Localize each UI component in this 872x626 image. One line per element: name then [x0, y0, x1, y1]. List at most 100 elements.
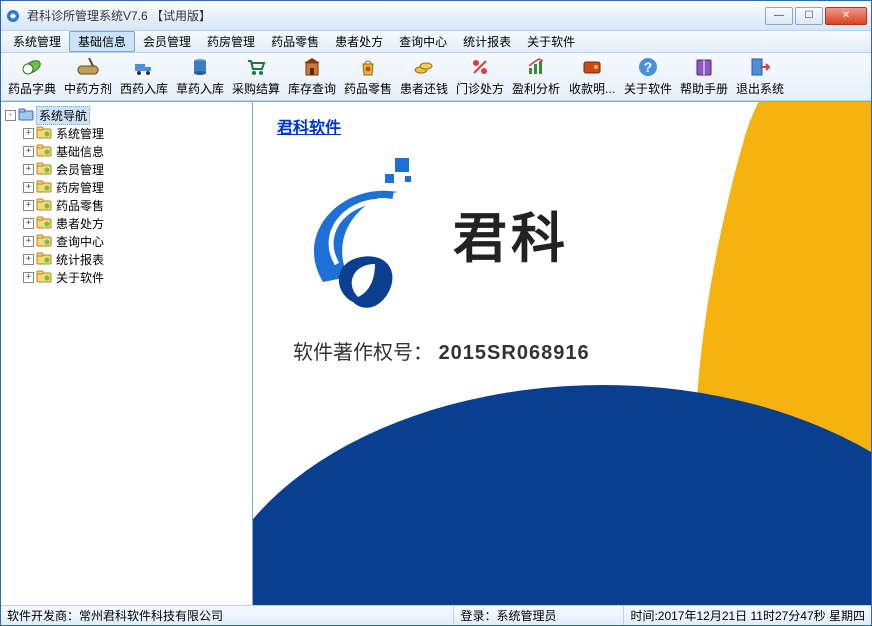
- toolbar-label: 药品字典: [8, 80, 56, 97]
- expand-icon[interactable]: +: [23, 236, 34, 247]
- percent-icon: [469, 56, 491, 78]
- toolbar-button[interactable]: 盈利分析: [509, 55, 563, 99]
- menu-item[interactable]: 会员管理: [135, 31, 199, 52]
- toolbar-label: 药品零售: [344, 80, 392, 97]
- toolbar-button[interactable]: 库存查询: [285, 55, 339, 99]
- barrel-icon: [189, 56, 211, 78]
- menu-item[interactable]: 患者处方: [327, 31, 391, 52]
- sidebar: - 系统导航 + 系统管理 + 基础信息 + 会员管理 + 药房管理 + 药品零售 + 患者处方 + 查询…: [1, 102, 253, 605]
- status-login: 登录： 系统管理员: [454, 606, 624, 625]
- truck-icon: [133, 56, 155, 78]
- login-label: 登录：: [460, 607, 496, 624]
- toolbar-button[interactable]: 草药入库: [173, 55, 227, 99]
- app-icon: [5, 8, 21, 24]
- toolbar-button[interactable]: 帮助手册: [677, 55, 731, 99]
- tree-node[interactable]: + 查询中心: [23, 232, 248, 250]
- expand-icon[interactable]: +: [23, 128, 34, 139]
- menu-item[interactable]: 基础信息: [69, 31, 135, 52]
- folder-icon: [36, 198, 52, 212]
- tree-node[interactable]: + 关于软件: [23, 268, 248, 286]
- book-icon: [693, 56, 715, 78]
- logo-block: 君科: [303, 152, 569, 315]
- tree-node[interactable]: + 统计报表: [23, 250, 248, 268]
- bag-icon: [357, 56, 379, 78]
- expand-icon[interactable]: +: [23, 164, 34, 175]
- brand-link[interactable]: 君科软件: [277, 114, 341, 138]
- tree-node-label[interactable]: 查询中心: [54, 233, 106, 250]
- expand-icon[interactable]: +: [23, 254, 34, 265]
- toolbar: 药品字典中药方剂西药入库草药入库采购结算库存查询药品零售患者还钱门诊处方盈利分析…: [1, 53, 871, 101]
- toolbar-label: 盈利分析: [512, 80, 560, 97]
- menu-item[interactable]: 药房管理: [199, 31, 263, 52]
- expand-icon[interactable]: +: [23, 218, 34, 229]
- expand-icon[interactable]: +: [23, 146, 34, 157]
- folder-icon: [36, 234, 52, 248]
- toolbar-label: 关于软件: [624, 80, 672, 97]
- tree-node-label[interactable]: 药房管理: [54, 179, 106, 196]
- tree-node[interactable]: + 基础信息: [23, 142, 248, 160]
- toolbar-button[interactable]: 药品零售: [341, 55, 395, 99]
- folder-icon: [36, 162, 52, 176]
- toolbar-button[interactable]: ? 关于软件: [621, 55, 675, 99]
- tree-node[interactable]: + 会员管理: [23, 160, 248, 178]
- tree-node-label[interactable]: 基础信息: [54, 143, 106, 160]
- status-time: 时间: 2017年12月21日 11时27分47秒 星期四: [624, 606, 871, 625]
- menu-item[interactable]: 药品零售: [263, 31, 327, 52]
- titlebar[interactable]: 君科诊所管理系统V7.6 【试用版】 — ☐ ✕: [1, 1, 871, 31]
- time-label: 时间:: [630, 607, 657, 624]
- toolbar-button[interactable]: 收款明...: [565, 55, 619, 99]
- toolbar-button[interactable]: 退出系统: [733, 55, 787, 99]
- brand-text: 君科: [453, 194, 569, 273]
- close-button[interactable]: ✕: [825, 7, 867, 25]
- statusbar: 软件开发商： 常州君科软件科技有限公司 登录： 系统管理员 时间: 2017年1…: [1, 605, 871, 625]
- tree-node-label[interactable]: 关于软件: [54, 269, 106, 286]
- toolbar-button[interactable]: 中药方剂: [61, 55, 115, 99]
- menubar: 系统管理基础信息会员管理药房管理药品零售患者处方查询中心统计报表关于软件: [1, 31, 871, 53]
- expand-icon[interactable]: +: [23, 272, 34, 283]
- app-window: 君科诊所管理系统V7.6 【试用版】 — ☐ ✕ 系统管理基础信息会员管理药房管…: [0, 0, 872, 626]
- menu-item[interactable]: 系统管理: [5, 31, 69, 52]
- tree-root-node[interactable]: - 系统导航: [5, 106, 248, 124]
- toolbar-label: 库存查询: [288, 80, 336, 97]
- collapse-icon[interactable]: -: [5, 110, 16, 121]
- mortar-icon: [77, 56, 99, 78]
- menu-item[interactable]: 查询中心: [391, 31, 455, 52]
- nav-tree: - 系统导航 + 系统管理 + 基础信息 + 会员管理 + 药房管理 + 药品零售 + 患者处方 + 查询…: [5, 106, 248, 286]
- toolbar-label: 中药方剂: [64, 80, 112, 97]
- tree-node-label[interactable]: 会员管理: [54, 161, 106, 178]
- toolbar-label: 西药入库: [120, 80, 168, 97]
- coins-icon: [413, 56, 435, 78]
- tree-root-label[interactable]: 系统导航: [36, 106, 90, 125]
- toolbar-label: 门诊处方: [456, 80, 504, 97]
- toolbar-label: 患者还钱: [400, 80, 448, 97]
- tree-node[interactable]: + 系统管理: [23, 124, 248, 142]
- building-icon: [301, 56, 323, 78]
- folder-icon: [36, 252, 52, 266]
- toolbar-button[interactable]: 西药入库: [117, 55, 171, 99]
- question-icon: ?: [637, 56, 659, 78]
- tree-node-label[interactable]: 系统管理: [54, 125, 106, 142]
- expand-icon[interactable]: +: [23, 182, 34, 193]
- folder-icon: [36, 270, 52, 284]
- folder-icon: [36, 180, 52, 194]
- toolbar-button[interactable]: 药品字典: [5, 55, 59, 99]
- tree-node-label[interactable]: 患者处方: [54, 215, 106, 232]
- expand-icon[interactable]: +: [23, 200, 34, 211]
- toolbar-button[interactable]: 采购结算: [229, 55, 283, 99]
- folder-icon: [36, 126, 52, 140]
- tree-node-label[interactable]: 统计报表: [54, 251, 106, 268]
- toolbar-button[interactable]: 患者还钱: [397, 55, 451, 99]
- toolbar-button[interactable]: 门诊处方: [453, 55, 507, 99]
- tree-node[interactable]: + 患者处方: [23, 214, 248, 232]
- cart-icon: [245, 56, 267, 78]
- tree-node[interactable]: + 药品零售: [23, 196, 248, 214]
- developer-label: 软件开发商：: [7, 607, 79, 624]
- tree-node[interactable]: + 药房管理: [23, 178, 248, 196]
- window-controls: — ☐ ✕: [765, 7, 867, 25]
- toolbar-label: 帮助手册: [680, 80, 728, 97]
- maximize-button[interactable]: ☐: [795, 7, 823, 25]
- menu-item[interactable]: 关于软件: [519, 31, 583, 52]
- minimize-button[interactable]: —: [765, 7, 793, 25]
- tree-node-label[interactable]: 药品零售: [54, 197, 106, 214]
- menu-item[interactable]: 统计报表: [455, 31, 519, 52]
